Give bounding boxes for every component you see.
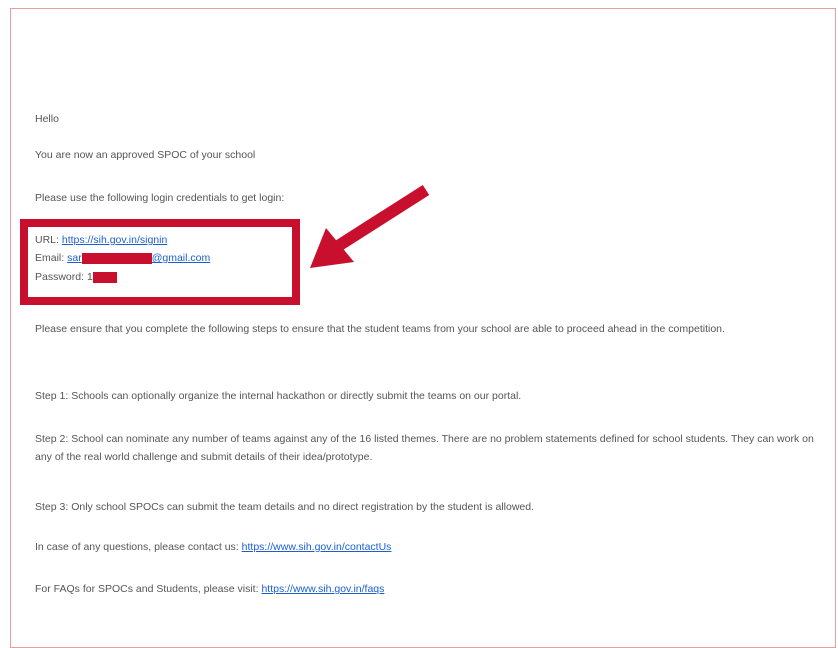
step1-text: Step 1: Schools can optionally organize … [35, 390, 522, 402]
ensure-text: Please ensure that you complete the foll… [35, 323, 725, 335]
step3-text: Step 3: Only school SPOCs can submit the… [35, 501, 535, 513]
credentials-highlight-box [20, 219, 300, 305]
faq-line: For FAQs for SPOCs and Students, please … [35, 580, 384, 598]
greeting-text: Hello [35, 113, 59, 125]
step2-text: Step 2: School can nominate any number o… [35, 433, 814, 463]
credentials-intro-text: Please use the following login credentia… [35, 192, 285, 204]
questions-text: In case of any questions, please contact… [35, 541, 239, 553]
faq-text: For FAQs for SPOCs and Students, please … [35, 583, 259, 595]
approved-text: You are now an approved SPOC of your sch… [35, 149, 256, 161]
highlight-arrow-icon [310, 184, 430, 268]
contact-link[interactable]: https://www.sih.gov.in/contactUs [242, 541, 392, 553]
faq-link[interactable]: https://www.sih.gov.in/faqs [261, 583, 384, 595]
questions-line: In case of any questions, please contact… [35, 538, 391, 556]
